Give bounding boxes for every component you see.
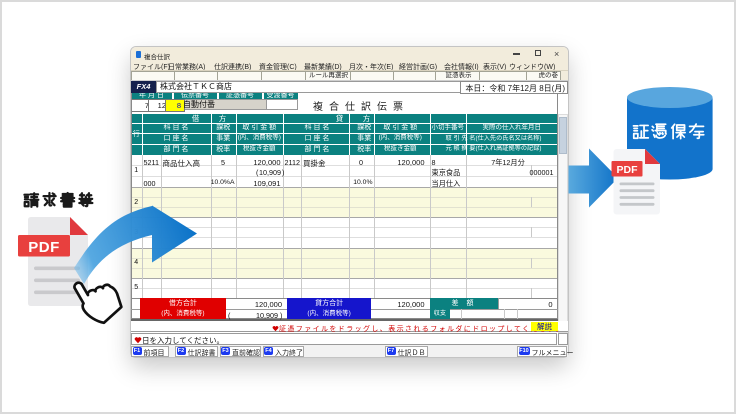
svg-text:PDF: PDF xyxy=(617,164,639,176)
svg-text:PDF: PDF xyxy=(28,239,60,256)
